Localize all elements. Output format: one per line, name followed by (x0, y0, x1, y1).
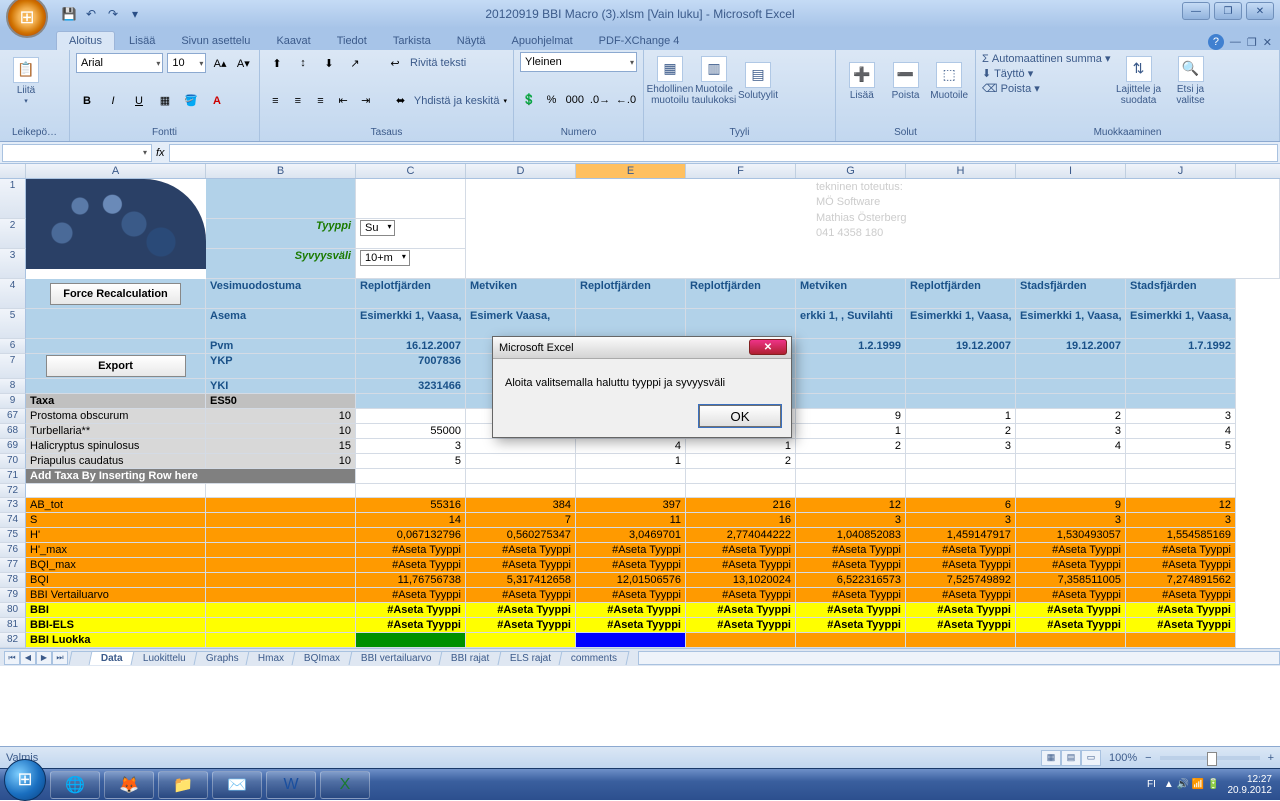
message-box: Microsoft Excel ✕ Aloita valitsemalla ha… (492, 336, 792, 438)
dialog-message: Aloita valitsemalla haluttu tyyppi ja sy… (493, 359, 791, 399)
dialog-overlay: Microsoft Excel ✕ Aloita valitsemalla ha… (0, 0, 1280, 800)
dialog-close-button[interactable]: ✕ (749, 339, 787, 355)
ok-button[interactable]: OK (699, 405, 781, 427)
dialog-titlebar[interactable]: Microsoft Excel ✕ (493, 337, 791, 359)
